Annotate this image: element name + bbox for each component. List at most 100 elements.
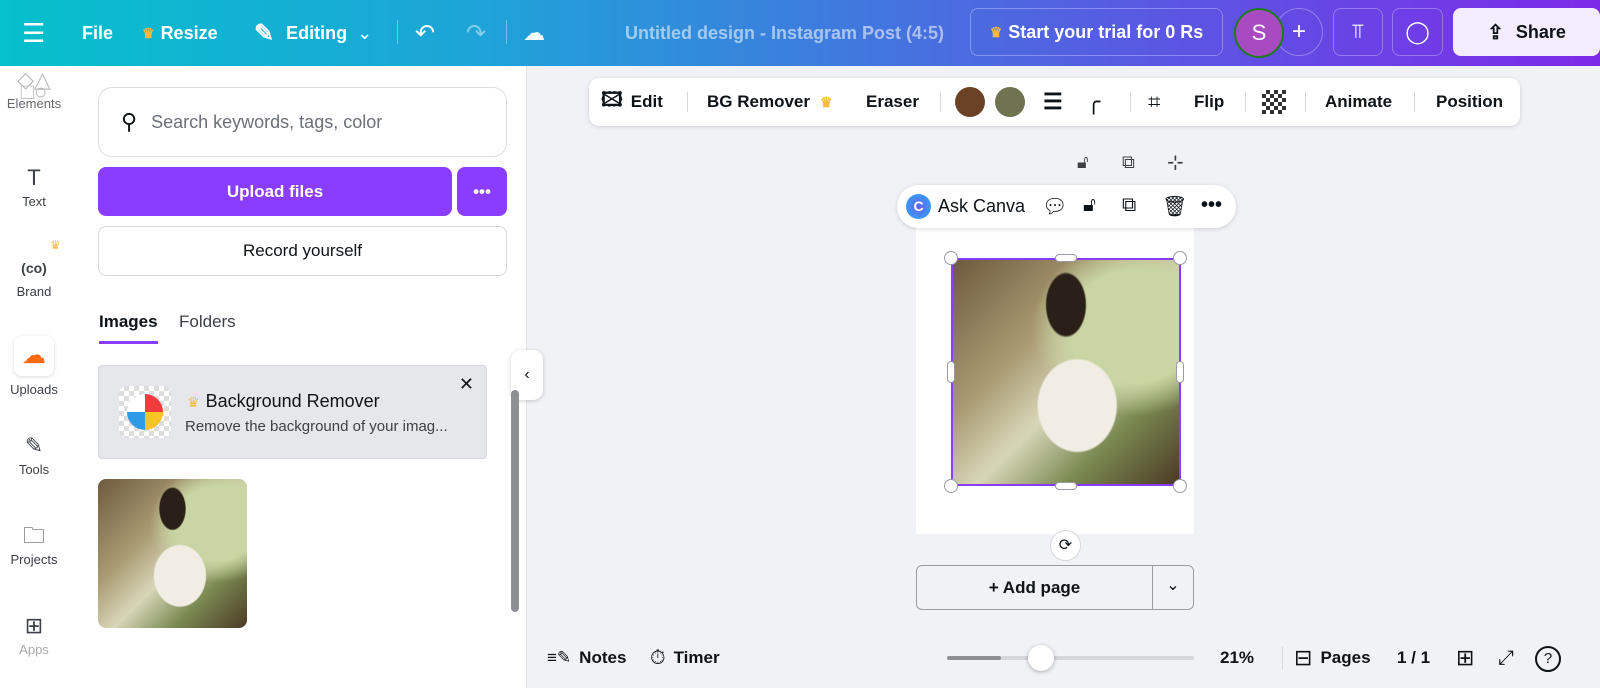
apps-icon: ⊞	[24, 613, 44, 638]
resize-handle[interactable]	[1173, 479, 1187, 493]
notes-button[interactable]: ≡✎ Notes	[547, 640, 626, 676]
rail-text[interactable]: T Text	[0, 162, 68, 209]
eraser-button[interactable]: Eraser	[866, 78, 919, 126]
timer-button[interactable]: ⏱ Timer	[650, 640, 720, 676]
notes-icon: ≡✎	[547, 648, 572, 667]
rotate-icon[interactable]: ⟳	[1050, 530, 1081, 561]
search-icon: ⚲	[121, 109, 138, 134]
top-bar: ☰ File ♛ Resize ✎ Editing ⌄ ↶ ↷ ☁ Untitled …	[0, 0, 1600, 66]
beach-ball-icon	[119, 386, 171, 438]
help-icon[interactable]: ?	[1535, 646, 1561, 672]
zoom-level[interactable]: 21%	[1220, 640, 1254, 676]
menu-icon[interactable]: ☰	[22, 0, 45, 66]
zoom-slider[interactable]	[947, 645, 1194, 671]
rail-label: Text	[22, 194, 46, 209]
duplicate-icon[interactable]: ⧉	[1122, 194, 1136, 217]
tab-folders[interactable]: Folders	[179, 312, 236, 332]
search-input[interactable]: ⚲ Search keywords, tags, color	[98, 87, 507, 157]
chevron-down-icon: ⌄	[357, 22, 373, 43]
rail-apps[interactable]: ⊞ Apps	[0, 610, 68, 657]
pages-label: Pages	[1320, 648, 1371, 667]
border-style-icon[interactable]: ☰	[1043, 78, 1063, 126]
grid-view-icon[interactable]: ⊞	[1456, 640, 1474, 676]
comment-icon[interactable]: ◯	[1392, 8, 1443, 56]
panel-scrollbar[interactable]	[511, 390, 519, 612]
ask-canva-button[interactable]: Ask Canva	[938, 196, 1025, 217]
fullscreen-icon[interactable]: ⤢	[1498, 640, 1514, 676]
divider	[1282, 647, 1283, 669]
crown-icon: ♛	[187, 394, 200, 410]
resize-handle[interactable]	[944, 479, 958, 493]
animate-button[interactable]: Animate	[1325, 78, 1392, 126]
edit-button[interactable]: 🖾 Edit	[601, 78, 663, 126]
rail-uploads[interactable]: ☁ Uploads	[0, 336, 68, 397]
transparency-icon[interactable]	[1262, 78, 1286, 126]
add-page-icon[interactable]: ⊹	[1167, 150, 1184, 175]
cloud-saved-icon[interactable]: ☁	[523, 0, 545, 66]
uploaded-image-thumbnail[interactable]	[98, 479, 247, 628]
rail-brand[interactable]: ♛ (co) Brand	[0, 238, 68, 299]
resize-handle[interactable]	[947, 361, 955, 383]
design-title[interactable]: Untitled design - Instagram Post (4:5)	[625, 0, 944, 66]
share-label: Share	[1515, 21, 1566, 42]
lock-icon[interactable]: 🔓︎	[1083, 194, 1096, 217]
context-toolbar: 🖾 Edit BG Remover ♛ Eraser ☰ ╭ ⌗ Flip Anim…	[589, 78, 1520, 126]
crown-icon: ♛	[819, 93, 833, 110]
rail-elements[interactable]: ◇△ □○ Elements	[0, 67, 68, 112]
avatar[interactable]: S	[1234, 8, 1284, 58]
analytics-icon[interactable]: ⫪	[1333, 8, 1383, 56]
flip-button[interactable]: Flip	[1194, 78, 1224, 126]
more-icon[interactable]: •••	[1201, 194, 1222, 217]
editing-dropdown[interactable]: ✎ Editing ⌄	[254, 0, 372, 66]
rail-projects[interactable]: 🗀 Projects	[0, 520, 68, 567]
notes-label: Notes	[579, 648, 627, 667]
add-page-button[interactable]: + Add page	[917, 566, 1153, 609]
selected-image[interactable]	[951, 258, 1181, 486]
timer-label: Timer	[673, 648, 720, 667]
pages-button[interactable]: ⊟ Pages	[1294, 640, 1371, 676]
color-swatch-brown[interactable]	[955, 78, 985, 126]
side-rail: ◇△ □○ Elements T Text ♛ (co) Brand ☁ Uploads ✎…	[0, 66, 68, 688]
promo-title: ♛ Background Remover	[187, 391, 380, 412]
position-button[interactable]: Position	[1436, 78, 1503, 126]
upload-files-button[interactable]: Upload files	[98, 167, 452, 216]
resize-handle[interactable]	[1055, 254, 1077, 262]
share-button[interactable]: ⇪ Share	[1453, 8, 1600, 56]
pencil-icon: ✎	[254, 19, 275, 47]
canva-ai-icon: C	[906, 194, 931, 219]
resize-button[interactable]: ♛ Resize	[142, 0, 218, 66]
elements-icon: ◇△ □○	[17, 67, 51, 104]
resize-handle[interactable]	[944, 251, 958, 265]
crown-icon: ♛	[989, 23, 1003, 40]
image-edit-icon: 🖾	[601, 89, 623, 111]
promo-description: Remove the background of your imag...	[185, 418, 448, 435]
redo-icon[interactable]: ↷	[466, 0, 486, 66]
chevron-down-icon[interactable]: ⌄	[1153, 566, 1193, 609]
zoom-slider-thumb[interactable]	[1027, 645, 1054, 671]
resize-handle[interactable]	[1173, 251, 1187, 265]
undo-icon[interactable]: ↶	[415, 0, 435, 66]
brand-icon: (co)	[21, 260, 47, 276]
close-icon[interactable]: ✕	[459, 374, 474, 395]
record-yourself-button[interactable]: Record yourself	[98, 226, 507, 276]
resize-handle[interactable]	[1055, 482, 1077, 490]
add-comment-icon[interactable]: 💬︎	[1042, 194, 1067, 219]
crop-icon[interactable]: ⌗	[1148, 78, 1160, 126]
color-swatch-olive[interactable]	[995, 78, 1025, 126]
lock-page-icon[interactable]: 🔓︎	[1077, 152, 1089, 173]
delete-icon[interactable]: 🗑︎	[1162, 194, 1187, 219]
more-options-button[interactable]: •••	[457, 167, 507, 216]
rail-tools[interactable]: ✎ Tools	[0, 430, 68, 477]
rail-label: Apps	[19, 642, 49, 657]
file-menu[interactable]: File	[82, 0, 113, 66]
ask-canva-bar: C Ask Canva 💬︎ 🔓︎ ⧉ 🗑︎ •••	[897, 185, 1236, 228]
duplicate-page-icon[interactable]: ⧉	[1122, 152, 1135, 173]
background-remover-promo[interactable]: ♛ Background Remover Remove the backgroun…	[98, 365, 487, 459]
resize-handle[interactable]	[1176, 361, 1184, 383]
bg-remover-button[interactable]: BG Remover ♛	[707, 78, 839, 126]
page-count: 1 / 1	[1397, 648, 1431, 667]
folder-icon: 🗀	[22, 523, 45, 548]
corner-rounding-icon[interactable]: ╭	[1087, 78, 1100, 126]
start-trial-button[interactable]: ♛ Start your trial for 0 Rs	[970, 8, 1223, 56]
tab-images[interactable]: Images	[99, 312, 158, 344]
